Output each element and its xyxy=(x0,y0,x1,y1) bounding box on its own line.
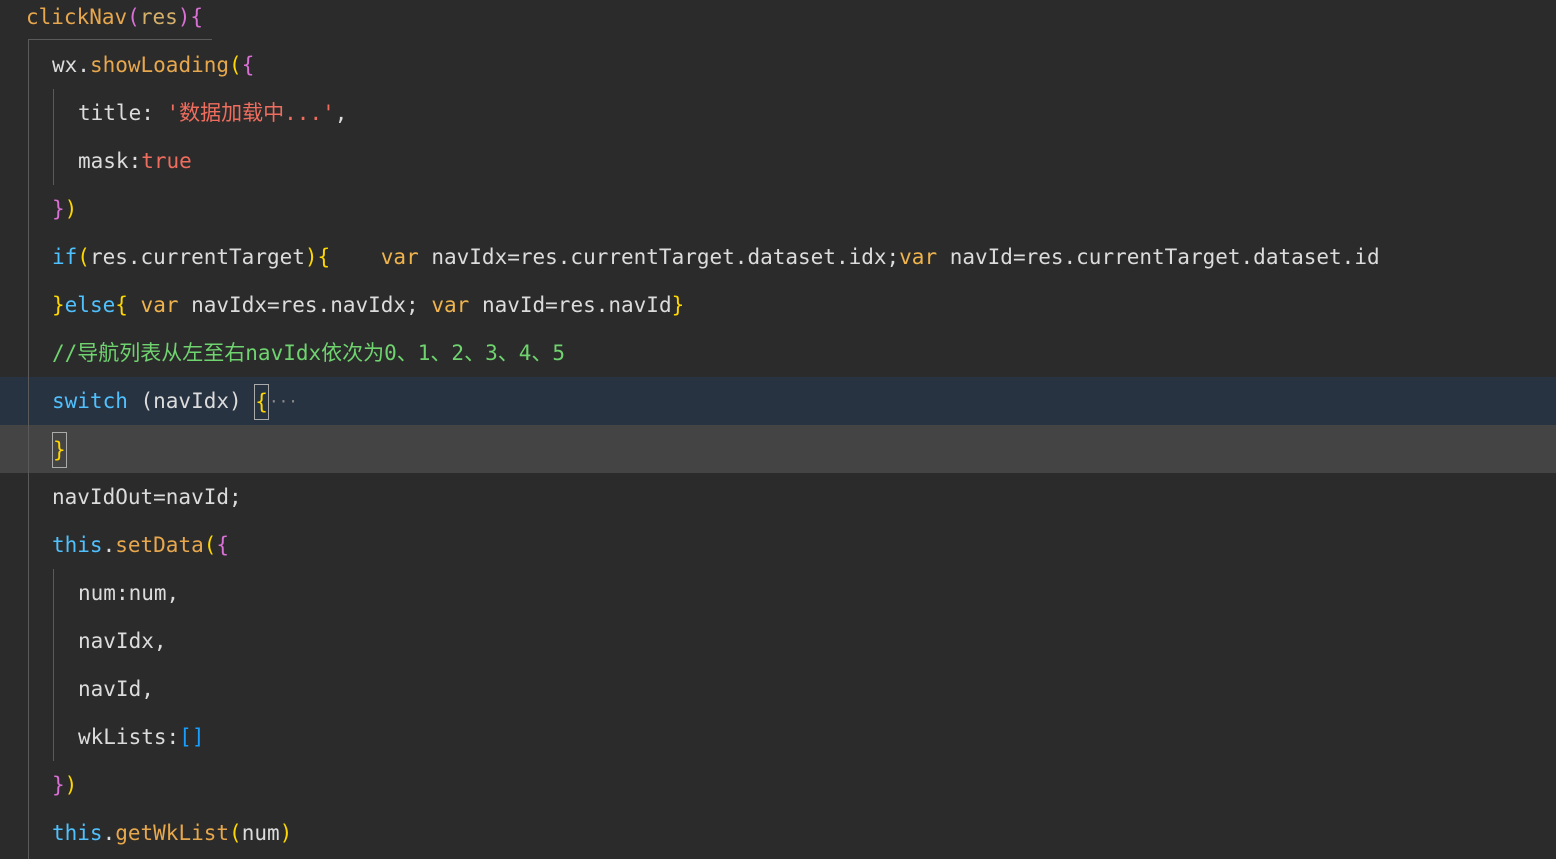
array-literal: [] xyxy=(179,725,205,749)
code-line[interactable]: wx.showLoading({ xyxy=(0,41,1556,89)
folded-region-icon[interactable]: ··· xyxy=(269,392,298,411)
argument: num xyxy=(241,821,280,845)
code-line[interactable]: navIdOut=navId; xyxy=(0,473,1556,521)
dot: . xyxy=(102,821,116,845)
brace: { xyxy=(317,245,331,269)
paren: ) xyxy=(279,821,293,845)
dot: . xyxy=(77,53,90,77)
code-line[interactable]: }) xyxy=(0,761,1556,809)
statement: navIdx=res.currentTarget.dataset.idx; xyxy=(418,245,900,269)
comma: , xyxy=(334,101,348,125)
matched-brace: } xyxy=(52,432,67,468)
brace: ){ xyxy=(177,5,204,29)
code-line[interactable]: mask:true xyxy=(0,137,1556,185)
code-line[interactable]: navId, xyxy=(0,665,1556,713)
code-line[interactable]: wkLists:[] xyxy=(0,713,1556,761)
property-key: wkLists xyxy=(78,725,167,749)
property-key: navIdx xyxy=(78,629,154,653)
paren: ) xyxy=(64,197,78,221)
method-name: setData xyxy=(115,533,204,557)
property-key: navId xyxy=(78,677,142,701)
paren: ) xyxy=(64,773,78,797)
code-line[interactable]: if(res.currentTarget){ var navIdx=res.cu… xyxy=(0,233,1556,281)
property-key: num xyxy=(78,581,116,605)
colon: : xyxy=(166,725,180,749)
brace: { xyxy=(115,293,128,317)
comment: //导航列表从左至右navIdx依次为0、1、2、3、4、5 xyxy=(52,341,566,365)
statement: navIdOut=navId; xyxy=(52,485,242,509)
paren: ( xyxy=(229,821,242,845)
expression: res.currentTarget xyxy=(89,245,305,269)
code-line[interactable]: }else{ var navIdx=res.navIdx; var navId=… xyxy=(0,281,1556,329)
keyword: switch xyxy=(52,389,128,413)
code-line[interactable]: switch (navIdx) {··· xyxy=(0,377,1556,425)
colon: : xyxy=(115,581,129,605)
keyword: if xyxy=(52,245,78,269)
identifier: wx xyxy=(52,53,78,77)
code-line[interactable]: this.setData({ xyxy=(0,521,1556,569)
string-literal: '数据加载中...' xyxy=(166,101,335,125)
brace: } xyxy=(52,773,65,797)
paren: ( xyxy=(203,533,217,557)
code-line[interactable]: } xyxy=(0,425,1556,473)
code-line[interactable]: }) xyxy=(0,185,1556,233)
code-editor[interactable]: clickNav(res){ wx.showLoading({ title: '… xyxy=(0,0,1556,859)
comma: , xyxy=(141,677,154,701)
matched-brace: { xyxy=(254,384,269,420)
paren: ( xyxy=(229,53,242,77)
statement: navId=res.navId xyxy=(469,293,672,317)
colon: : xyxy=(128,149,142,173)
paren: ( xyxy=(77,245,90,269)
comma: , xyxy=(166,581,180,605)
brace: { xyxy=(216,533,230,557)
keyword: var xyxy=(899,245,938,269)
property-key: title xyxy=(78,101,142,125)
identifier: num xyxy=(128,581,167,605)
code-line[interactable]: num:num, xyxy=(0,569,1556,617)
method-name: getWkList xyxy=(115,821,230,845)
paren: ( xyxy=(127,5,140,29)
brace: } xyxy=(671,293,685,317)
keyword: var xyxy=(140,293,179,317)
dot: . xyxy=(102,533,116,557)
statement: navIdx=res.navIdx; xyxy=(178,293,432,317)
brace: } xyxy=(52,197,65,221)
paren: ) xyxy=(304,245,318,269)
brace: } xyxy=(52,293,65,317)
code-line[interactable]: this.getWkList(num) xyxy=(0,809,1556,857)
brace: { xyxy=(241,53,255,77)
code-line[interactable]: //导航列表从左至右navIdx依次为0、1、2、3、4、5 xyxy=(0,329,1556,377)
keyword: var xyxy=(431,293,470,317)
keyword: var xyxy=(380,245,419,269)
function-name: clickNav xyxy=(26,5,128,29)
keyword: else xyxy=(64,293,116,317)
keyword: this xyxy=(52,533,103,557)
code-line[interactable]: clickNav(res){ xyxy=(0,0,1556,41)
statement: navId=res.currentTarget.dataset.id xyxy=(937,245,1380,269)
comma: , xyxy=(153,629,167,653)
property-key: mask xyxy=(78,149,129,173)
param: res xyxy=(139,5,178,29)
expression: (navIdx) xyxy=(127,389,255,413)
code-line[interactable]: title: '数据加载中...', xyxy=(0,89,1556,137)
code-line[interactable]: navIdx, xyxy=(0,617,1556,665)
method-name: showLoading xyxy=(89,53,230,77)
boolean-literal: true xyxy=(141,149,192,173)
keyword: this xyxy=(52,821,103,845)
colon: : xyxy=(141,101,167,125)
